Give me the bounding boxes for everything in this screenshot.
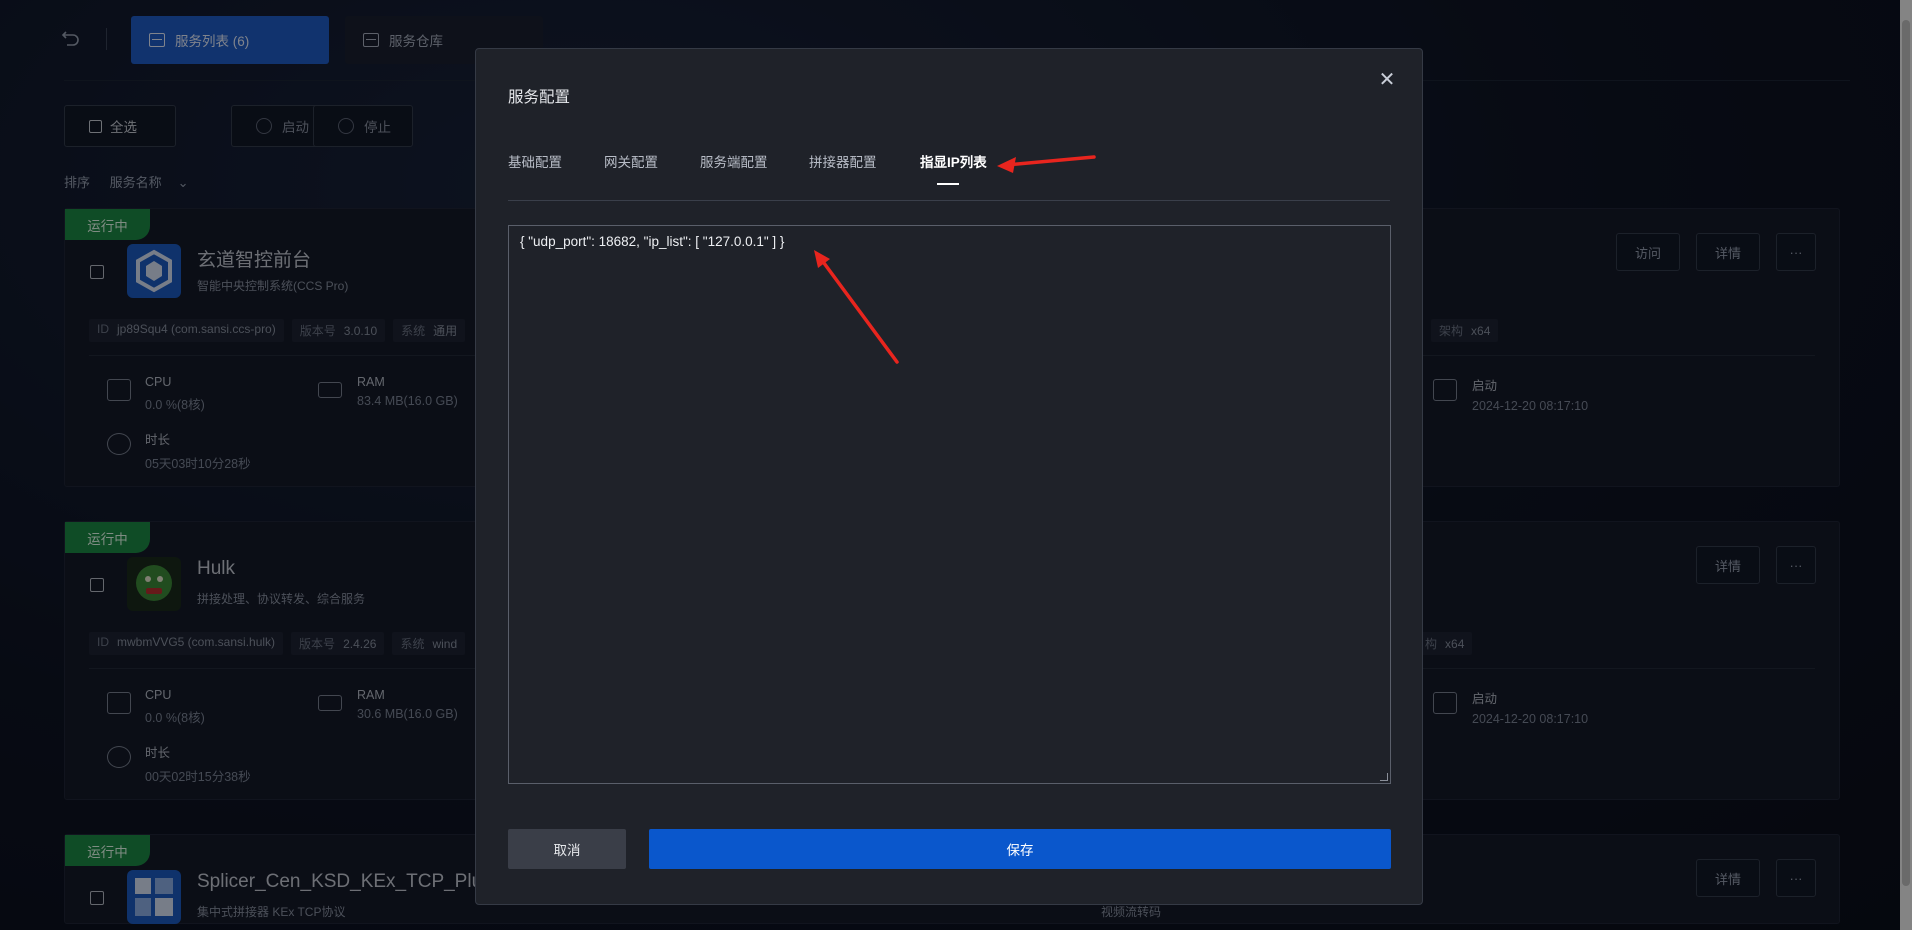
arrow-to-tab-annotation <box>997 155 1096 173</box>
annotation-arrows <box>814 155 1096 364</box>
arrow-to-text-annotation <box>814 250 899 364</box>
